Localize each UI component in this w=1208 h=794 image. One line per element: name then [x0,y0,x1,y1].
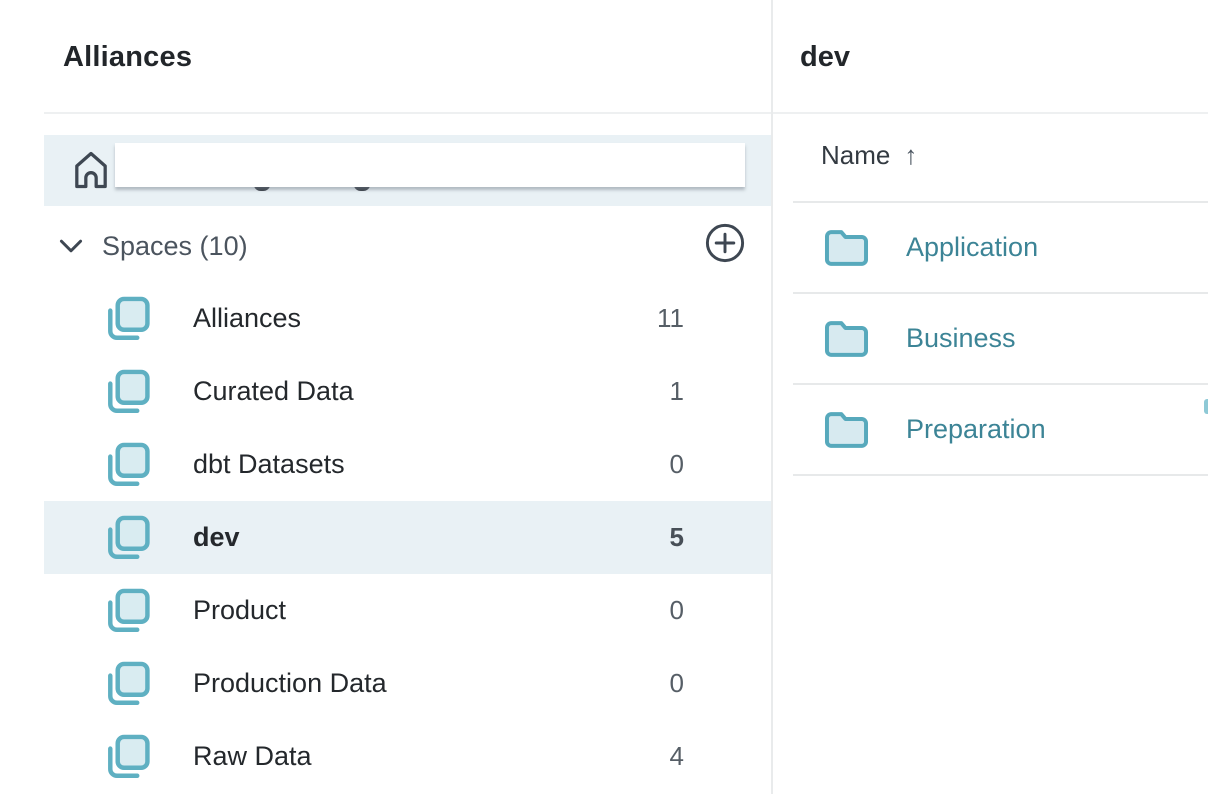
home-icon [68,147,114,193]
space-count-badge: 0 [670,449,684,480]
table-row-folder[interactable]: Preparation [793,385,1208,476]
space-name: Production Data [193,668,387,699]
sidebar-item-space[interactable]: dbt Datasets 0 [44,428,771,501]
sidebar-item-space[interactable]: Raw Data 4 [44,720,771,793]
sidebar-title: Alliances [63,41,192,74]
spaces-section-label: Spaces (10) [102,231,248,262]
spaces-section-header[interactable]: Spaces (10) [44,226,771,266]
space-icon [101,512,153,564]
add-space-button[interactable] [703,221,747,265]
space-name: Product [193,595,286,626]
divider [773,112,1208,114]
app-root: Alliances Spaces (10) A [0,0,1208,794]
folder-table: Application Business Preparation [793,201,1208,476]
folder-link[interactable]: Preparation [906,414,1046,445]
page-title: dev [800,41,850,74]
space-icon [101,731,153,783]
folder-link[interactable]: Business [906,323,1016,354]
space-list: Alliances 11 Curated Data 1 dbt Datasets… [44,282,771,793]
space-name: dev [193,522,240,553]
space-count-badge: 1 [670,376,684,407]
folder-icon [823,319,870,359]
space-count-badge: 5 [670,522,684,553]
sort-asc-icon: ↑ [904,140,917,171]
space-icon [101,439,153,491]
space-name: Alliances [193,303,301,334]
space-icon [101,293,153,345]
folder-icon [823,228,870,268]
space-icon [101,366,153,418]
divider [44,112,771,114]
sidebar-item-home[interactable] [44,135,771,206]
table-row-folder[interactable]: Business [793,294,1208,385]
space-name: dbt Datasets [193,449,345,480]
sidebar-item-space[interactable]: Production Data 0 [44,647,771,720]
sidebar-item-space[interactable]: Alliances 11 [44,282,771,355]
sidebar-item-space[interactable]: Product 0 [44,574,771,647]
column-label: Name [821,140,890,171]
plus-circle-icon [703,221,747,265]
space-count-badge: 0 [670,595,684,626]
sidebar-item-space[interactable]: dev 5 [44,501,771,574]
clipped-edge-element [1204,399,1208,414]
space-name: Curated Data [193,376,354,407]
space-icon [101,658,153,710]
space-count-badge: 4 [670,741,684,772]
column-header-name[interactable]: Name ↑ [821,140,917,171]
panel-divider [771,0,773,794]
space-icon [101,585,153,637]
folder-link[interactable]: Application [906,232,1038,263]
chevron-down-icon [58,238,84,254]
table-row-folder[interactable]: Application [793,203,1208,294]
redacted-text-overlay [115,143,745,187]
space-count-badge: 11 [657,303,684,334]
folder-icon [823,410,870,450]
sidebar-item-space[interactable]: Curated Data 1 [44,355,771,428]
space-name: Raw Data [193,741,312,772]
space-count-badge: 0 [670,668,684,699]
